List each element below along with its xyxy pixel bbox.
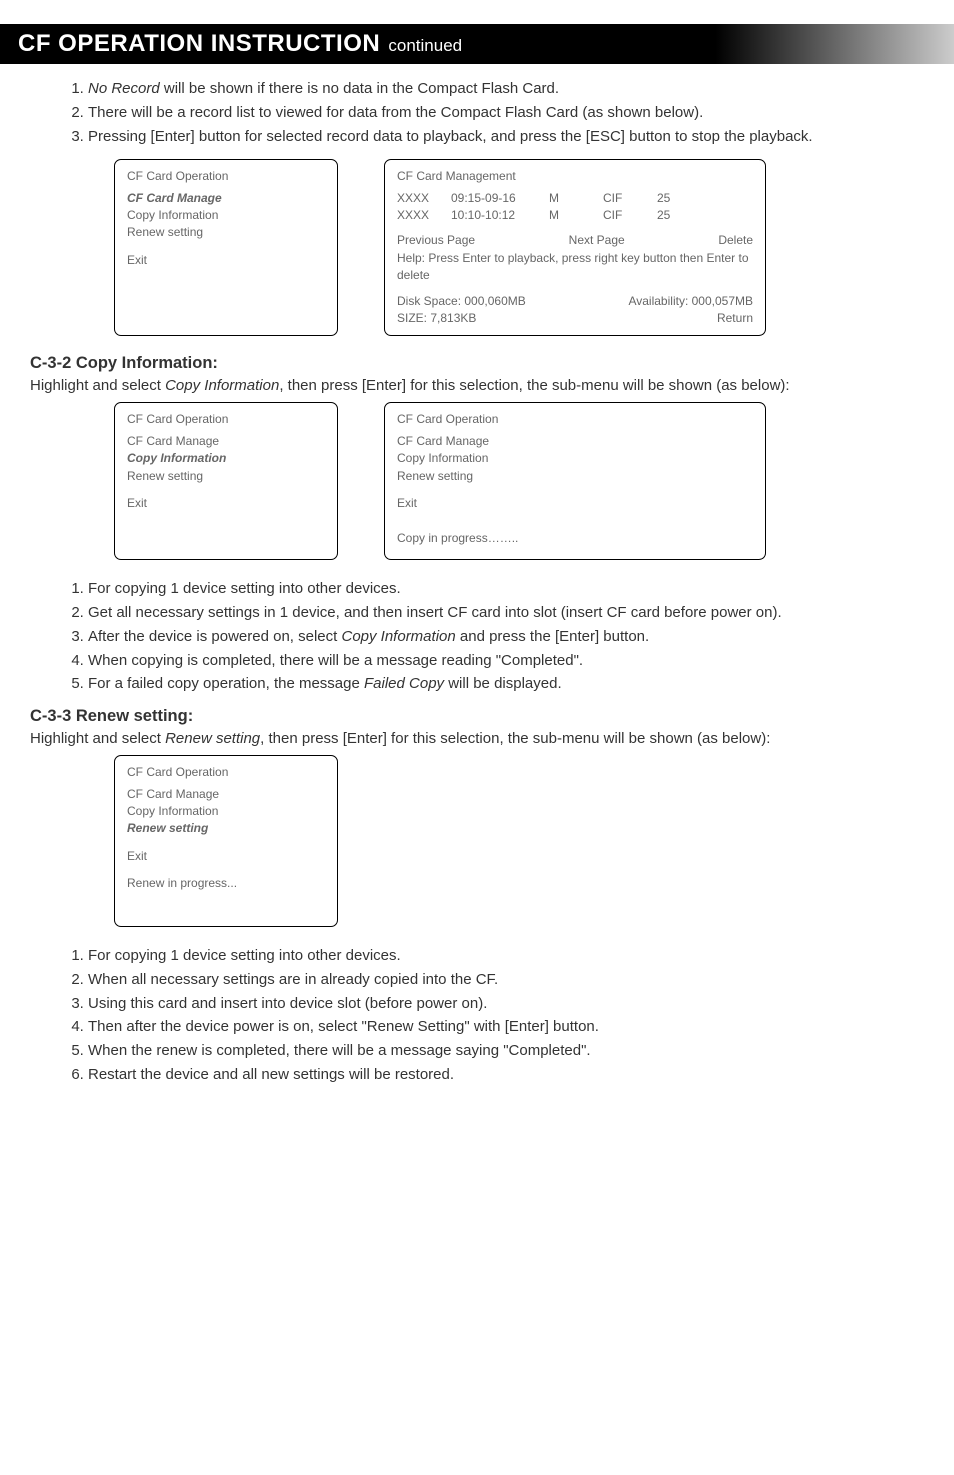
menu-item-renew-setting: Renew setting (397, 468, 753, 485)
box-title: CF Card Operation (397, 411, 753, 428)
list-item: Then after the device power is on, selec… (88, 1016, 924, 1038)
section-paragraph: Highlight and select Copy Information, t… (30, 375, 924, 396)
copy-information-term: Copy Information (165, 377, 279, 394)
menu-item-renew-setting: Renew setting (127, 224, 325, 241)
table-row: XXXX 10:10-10:12 M CIF 25 (397, 207, 753, 224)
paragraph-text: , then press [Enter] for this selection,… (279, 377, 789, 394)
size-row: SIZE: 7,813KB Return (397, 310, 753, 327)
menu-item-copy-information: Copy Information (127, 450, 325, 467)
cf-card-operation-box: CF Card Operation CF Card Manage Copy In… (114, 159, 338, 336)
help-text: Help: Press Enter to playback, press rig… (397, 250, 753, 285)
next-page-label: Next Page (569, 232, 625, 249)
list-item: After the device is powered on, select C… (88, 626, 924, 648)
cf-card-operation-progress-box: CF Card Operation CF Card Manage Copy In… (384, 402, 766, 560)
failed-copy-term: Failed Copy (364, 675, 444, 692)
list-item: When all necessary settings are in alrea… (88, 969, 924, 991)
section-heading-c33: C-3-3 Renew setting: (30, 707, 924, 726)
copy-information-term: Copy Information (341, 628, 455, 645)
cf-card-operation-box: CF Card Operation CF Card Manage Copy In… (114, 402, 338, 560)
list-item: Pressing [Enter] button for selected rec… (88, 126, 924, 148)
list-item: For copying 1 device setting into other … (88, 945, 924, 967)
menu-item-cf-card-manage: CF Card Manage (127, 190, 325, 207)
list-item: When the renew is completed, there will … (88, 1040, 924, 1062)
box-row-2: CF Card Operation CF Card Manage Copy In… (114, 402, 924, 560)
menu-item-exit: Exit (127, 495, 325, 512)
menu-item-copy-information: Copy Information (397, 450, 753, 467)
menu-item-exit: Exit (397, 495, 753, 512)
header-subtitle: continued (388, 36, 462, 55)
list-item: Get all necessary settings in 1 device, … (88, 602, 924, 624)
menu-item-cf-card-manage: CF Card Manage (127, 786, 325, 803)
top-instruction-list: No Record will be shown if there is no d… (66, 78, 924, 147)
section-heading-c32: C-3-2 Copy Information: (30, 354, 924, 373)
no-record-term: No Record (88, 80, 160, 97)
box-title: CF Card Operation (127, 411, 325, 428)
list-item-text: After the device is powered on, select (88, 628, 341, 645)
renew-progress-text: Renew in progress... (127, 875, 325, 892)
cell: CIF (603, 190, 643, 207)
cell: 25 (657, 190, 697, 207)
list-item: For copying 1 device setting into other … (88, 578, 924, 600)
list-item-text: will be shown if there is no data in the… (160, 80, 559, 97)
list-item: Restart the device and all new settings … (88, 1064, 924, 1086)
box-title: CF Card Management (397, 168, 753, 185)
list-item: For a failed copy operation, the message… (88, 673, 924, 695)
cell: XXXX (397, 207, 437, 224)
page-content: No Record will be shown if there is no d… (0, 64, 954, 1086)
disk-space-label: Disk Space: 000,060MB (397, 293, 526, 310)
cell: CIF (603, 207, 643, 224)
menu-item-copy-information: Copy Information (127, 803, 325, 820)
paragraph-text: Highlight and select (30, 377, 165, 394)
menu-item-cf-card-manage: CF Card Manage (127, 433, 325, 450)
menu-item-exit: Exit (127, 848, 325, 865)
cell: M (549, 207, 589, 224)
return-label: Return (717, 310, 753, 327)
box-title: CF Card Operation (127, 764, 325, 781)
box-title: CF Card Operation (127, 168, 325, 185)
previous-page-label: Previous Page (397, 232, 475, 249)
menu-item-cf-card-manage: CF Card Manage (397, 433, 753, 450)
cf-card-operation-renew-box: CF Card Operation CF Card Manage Copy In… (114, 755, 338, 927)
list-item-text: will be displayed. (444, 675, 562, 692)
cell: 10:10-10:12 (451, 207, 535, 224)
header-title: CF OPERATION INSTRUCTION (18, 30, 380, 57)
copy-progress-text: Copy in progress…….. (397, 530, 753, 547)
list-item: When copying is completed, there will be… (88, 650, 924, 672)
list-item: Using this card and insert into device s… (88, 993, 924, 1015)
c32-instruction-list: For copying 1 device setting into other … (66, 578, 924, 695)
paging-row: Previous Page Next Page Delete (397, 232, 753, 249)
list-item: No Record will be shown if there is no d… (88, 78, 924, 100)
list-item-text: and press the [Enter] button. (456, 628, 649, 645)
table-row: XXXX 09:15-09-16 M CIF 25 (397, 190, 753, 207)
menu-item-exit: Exit (127, 252, 325, 269)
menu-item-renew-setting: Renew setting (127, 820, 325, 837)
list-item-text: For a failed copy operation, the message (88, 675, 364, 692)
cell: 09:15-09-16 (451, 190, 535, 207)
c33-instruction-list: For copying 1 device setting into other … (66, 945, 924, 1086)
list-item: There will be a record list to viewed fo… (88, 102, 924, 124)
section-paragraph: Highlight and select Renew setting, then… (30, 728, 924, 749)
box-row-1: CF Card Operation CF Card Manage Copy In… (114, 159, 924, 336)
paragraph-text: , then press [Enter] for this selection,… (260, 730, 770, 747)
paragraph-text: Highlight and select (30, 730, 165, 747)
cell: M (549, 190, 589, 207)
renew-setting-term: Renew setting (165, 730, 260, 747)
disk-row: Disk Space: 000,060MB Availability: 000,… (397, 293, 753, 310)
section-header: CF OPERATION INSTRUCTION continued (0, 24, 954, 64)
menu-item-renew-setting: Renew setting (127, 468, 325, 485)
availability-label: Availability: 000,057MB (628, 293, 753, 310)
cell: XXXX (397, 190, 437, 207)
delete-label: Delete (718, 232, 753, 249)
cell: 25 (657, 207, 697, 224)
record-table: XXXX 09:15-09-16 M CIF 25 XXXX 10:10-10:… (397, 190, 753, 225)
box-row-3: CF Card Operation CF Card Manage Copy In… (114, 755, 924, 927)
size-label: SIZE: 7,813KB (397, 310, 476, 327)
menu-item-copy-information: Copy Information (127, 207, 325, 224)
cf-card-management-box: CF Card Management XXXX 09:15-09-16 M CI… (384, 159, 766, 336)
